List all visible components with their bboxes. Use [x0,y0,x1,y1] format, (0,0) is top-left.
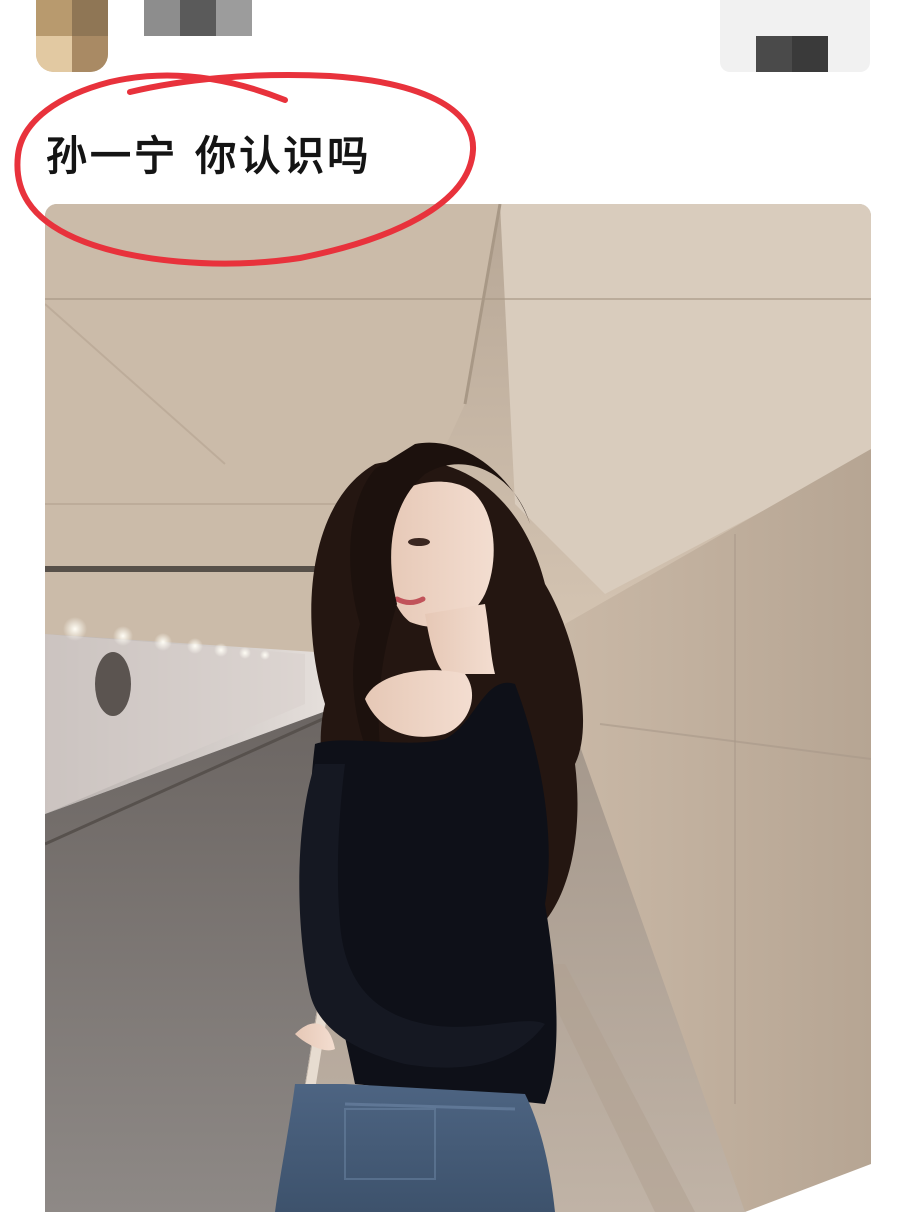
follow-button[interactable] [720,0,870,72]
username-blurred[interactable] [144,0,252,36]
post-header: 孙一宁 你认识吗 [0,0,909,200]
follow-button-label-blurred [756,36,828,72]
post-image[interactable] [45,204,871,1212]
post-text: 孙一宁 你认识吗 [46,132,372,180]
avatar[interactable] [36,0,108,72]
